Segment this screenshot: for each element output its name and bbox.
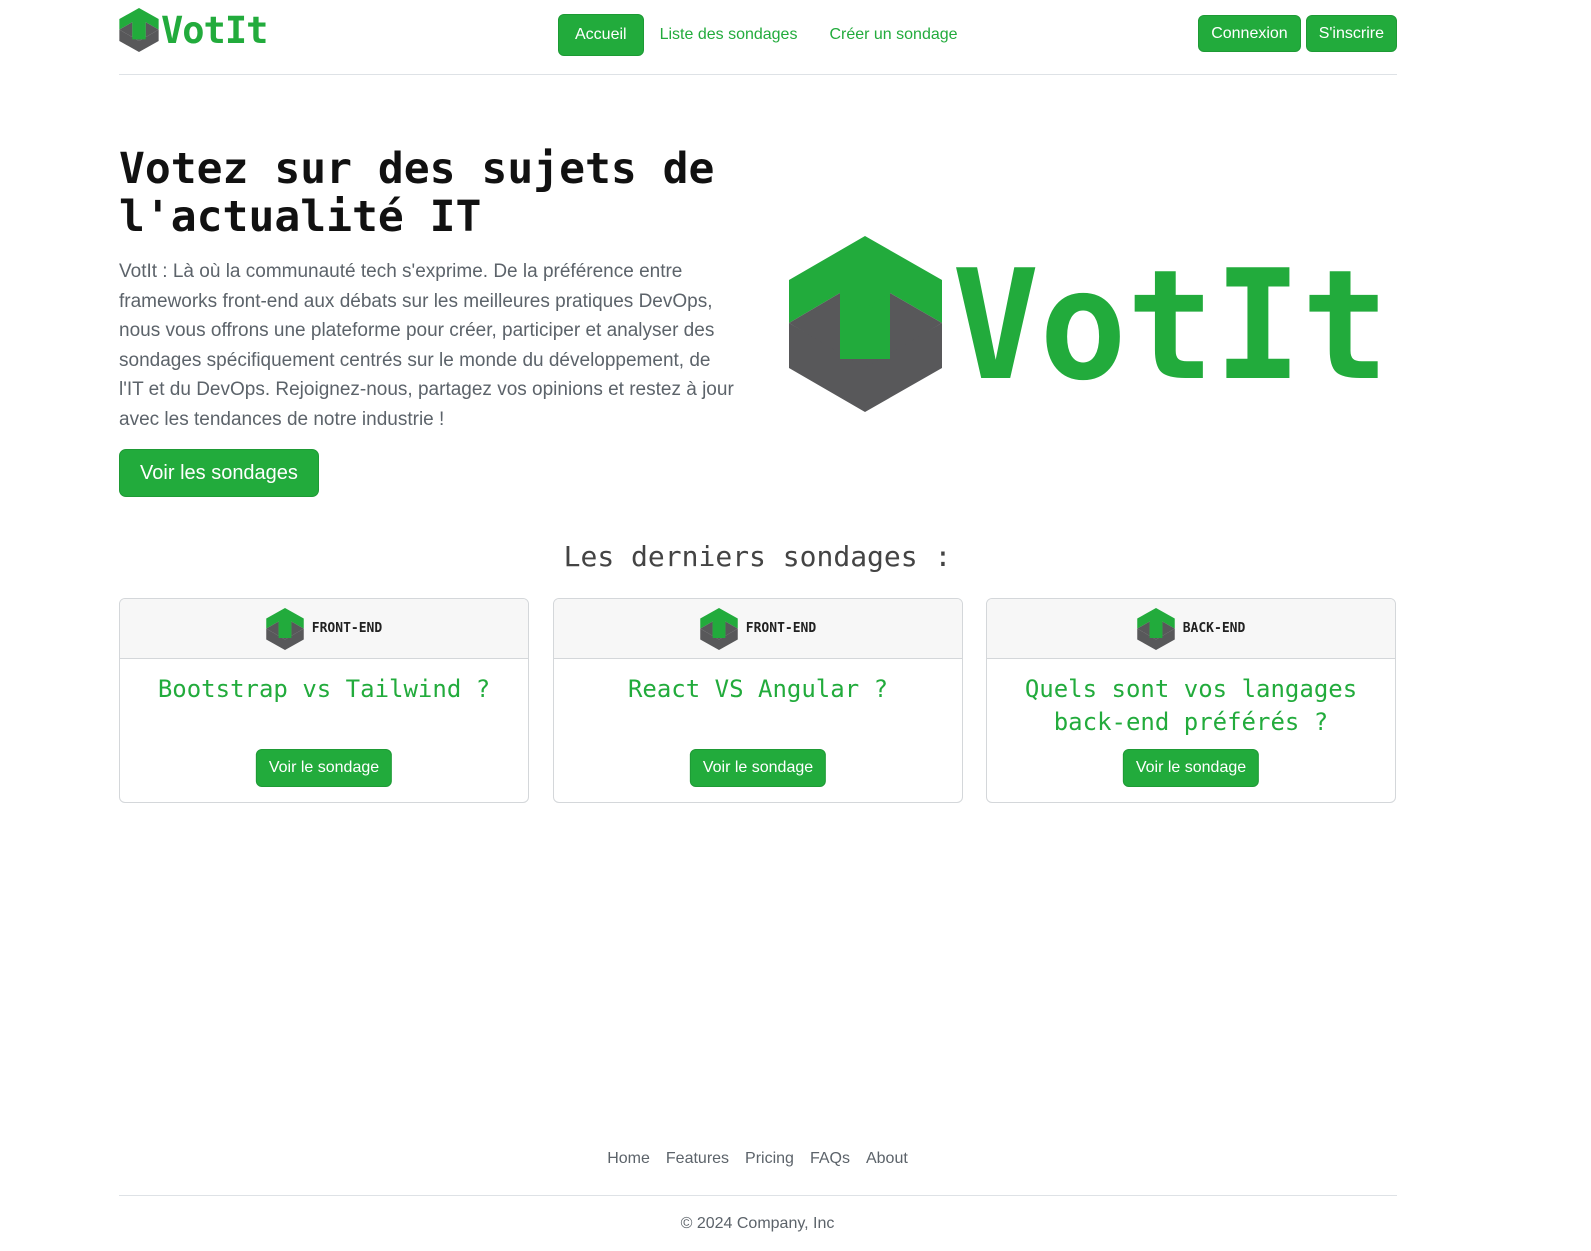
latest-polls-title: Les derniers sondages : (563, 540, 952, 573)
footer-link-faqs[interactable]: FAQs (802, 1150, 858, 1168)
footer-link-features[interactable]: Features (658, 1150, 737, 1168)
footer-divider (119, 1195, 1397, 1196)
votit-hexagon-arrow-icon (700, 607, 738, 650)
hero-title: Votez sur des sujets de l'actualité IT (119, 144, 715, 242)
poll-title: React VS Angular ? (627, 675, 889, 703)
site-header: VotIt Accueil Liste des sondages Créer u… (119, 0, 1397, 75)
poll-card: BACK-END Quels sont vos langages back-en… (986, 598, 1396, 803)
votit-hexagon-arrow-icon (266, 607, 304, 650)
poll-card: FRONT-END React VS Angular ? Voir le son… (553, 598, 963, 803)
votit-hexagon-arrow-icon (789, 236, 942, 412)
signup-button[interactable]: S'inscrire (1305, 15, 1397, 52)
poll-card: FRONT-END Bootstrap vs Tailwind ? Voir l… (119, 598, 529, 803)
nav-item-accueil[interactable]: Accueil (558, 14, 644, 56)
view-poll-button[interactable]: Voir le sondage (689, 749, 827, 787)
poll-card-header: FRONT-END (554, 599, 962, 659)
poll-card-header: BACK-END (987, 599, 1395, 659)
hero-logo: VotIt (789, 236, 1389, 412)
poll-title: Bootstrap vs Tailwind ? (157, 675, 491, 703)
footer-nav: Home Features Pricing FAQs About (0, 1150, 1515, 1168)
hero-logo-text: VotIt (952, 237, 1389, 412)
poll-category: FRONT-END (745, 621, 817, 636)
view-polls-button[interactable]: Voir les sondages (119, 449, 319, 497)
footer-link-home[interactable]: Home (599, 1150, 658, 1168)
brand-logo-link[interactable]: VotIt (119, 8, 268, 52)
view-poll-button[interactable]: Voir le sondage (1122, 749, 1260, 787)
footer-link-about[interactable]: About (858, 1150, 916, 1168)
votit-hexagon-arrow-icon (1136, 607, 1175, 650)
poll-category: BACK-END (1182, 621, 1246, 636)
poll-category: FRONT-END (311, 621, 383, 636)
poll-title: Quels sont vos langages back-end préféré… (1024, 675, 1358, 736)
main-nav: Accueil Liste des sondages Créer un sond… (558, 14, 974, 56)
auth-buttons: Connexion S'inscrire (1193, 15, 1397, 52)
votit-hexagon-arrow-icon (119, 8, 159, 52)
nav-item-liste-des-sondages[interactable]: Liste des sondages (644, 15, 814, 55)
hero-description: VotIt : Là où la communauté tech s'expri… (119, 261, 734, 430)
footer-link-pricing[interactable]: Pricing (737, 1150, 802, 1168)
login-button[interactable]: Connexion (1198, 15, 1301, 52)
brand-name: VotIt (161, 8, 268, 52)
nav-item-creer-un-sondage[interactable]: Créer un sondage (813, 15, 973, 55)
poll-card-header: FRONT-END (120, 599, 528, 659)
view-poll-button[interactable]: Voir le sondage (255, 749, 393, 787)
copyright: © 2024 Company, Inc (680, 1215, 835, 1232)
